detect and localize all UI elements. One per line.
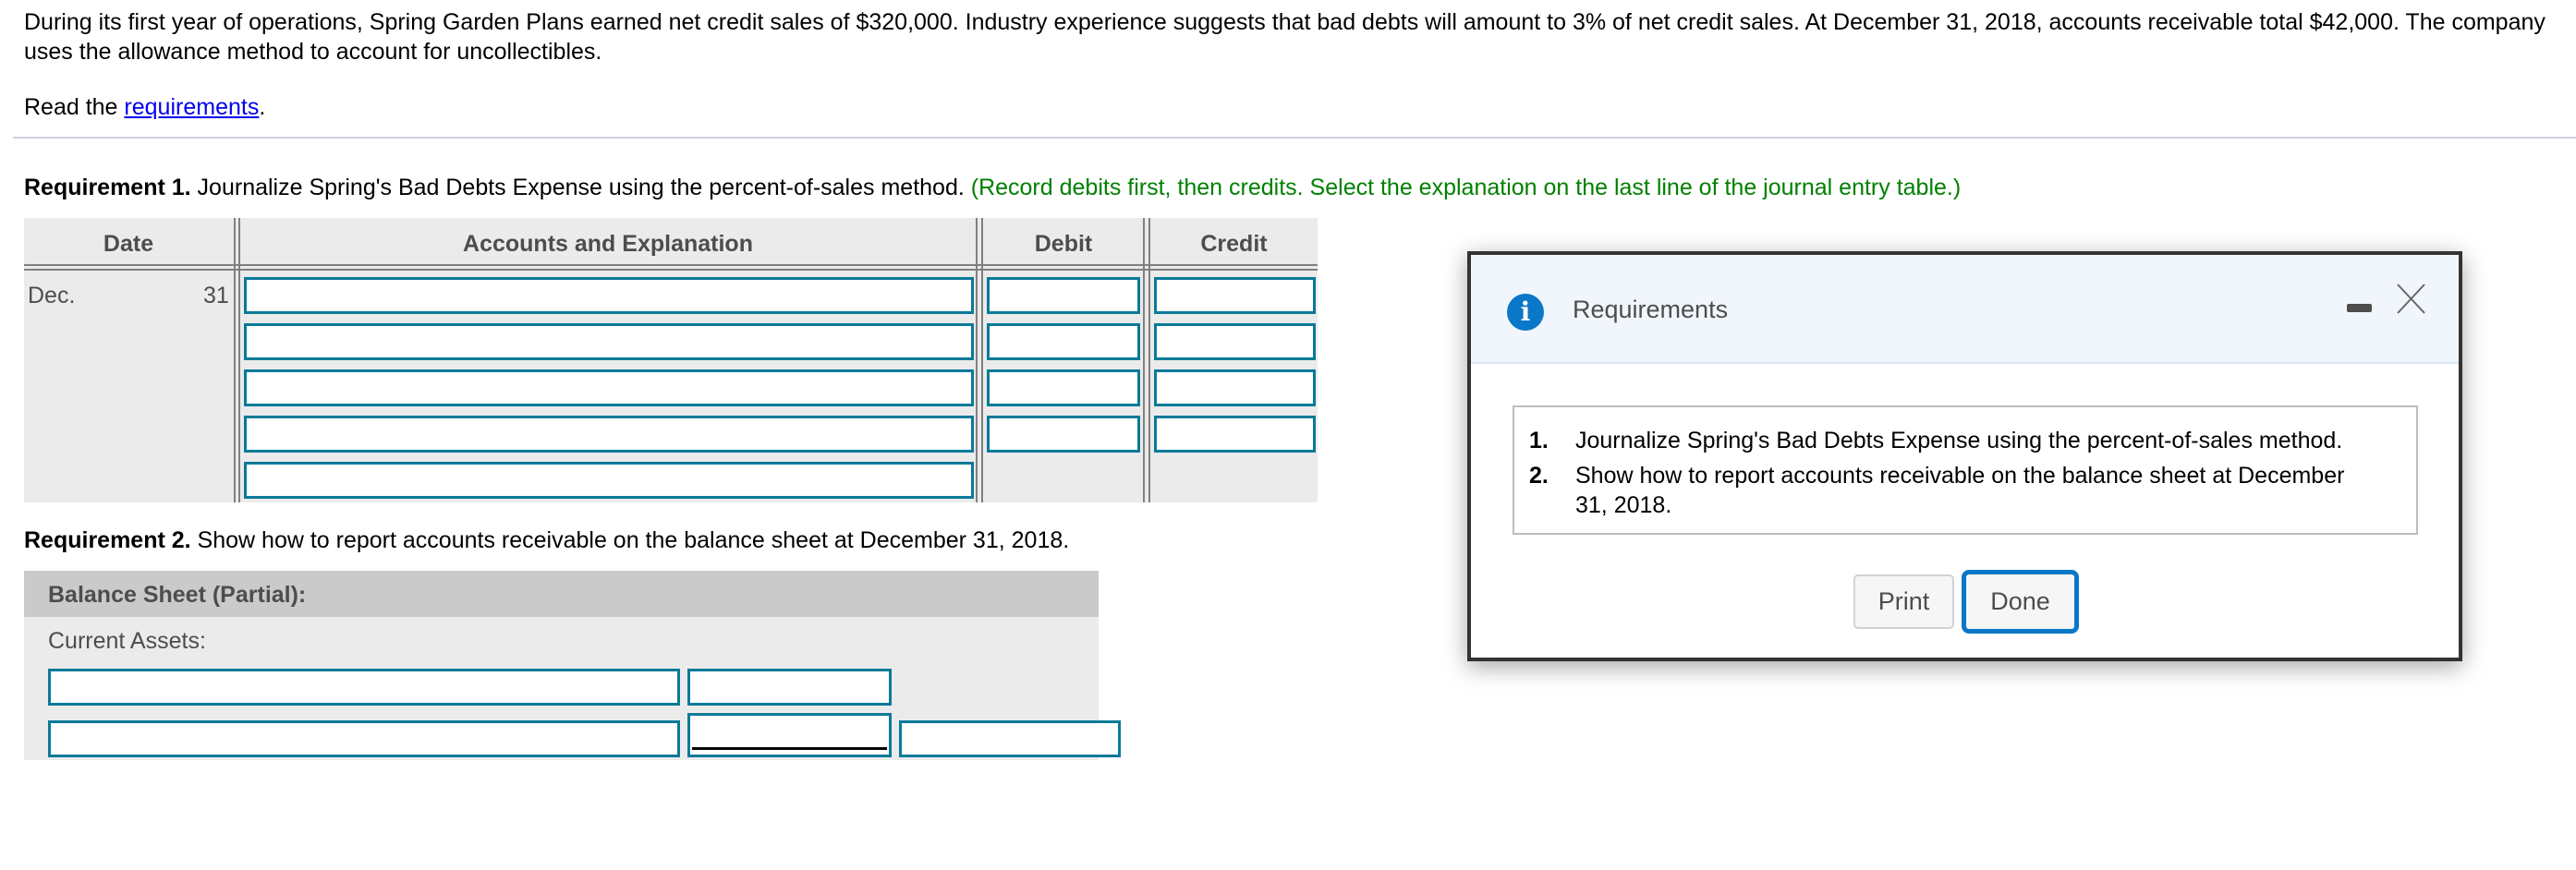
requirement-2-heading: Requirement 2. Show how to report accoun… [24, 526, 1069, 555]
column-header-credit: Credit [1200, 231, 1268, 257]
requirement-text: Journalize Spring's Bad Debts Expense us… [1575, 428, 2343, 453]
balance-sheet-label-input[interactable] [48, 720, 680, 757]
read-prefix: Read the [24, 94, 125, 120]
dialog-header: i Requirements [1471, 255, 2459, 364]
close-button[interactable] [2393, 280, 2430, 317]
requirement-2-text: Show how to report accounts receivable o… [190, 527, 1070, 553]
column-divider [1143, 218, 1145, 502]
entry-date-day: 31 [203, 283, 229, 308]
column-divider [1148, 218, 1150, 502]
requirements-dialog: i Requirements 1. Journalize Spring's Ba… [1467, 251, 2462, 661]
requirement-item: 2. Show how to report accounts receivabl… [1529, 461, 2398, 520]
print-button[interactable]: Print [1853, 574, 1954, 629]
requirements-list: 1. Journalize Spring's Bad Debts Expense… [1513, 405, 2418, 535]
account-input[interactable] [244, 416, 974, 453]
entry-date-month: Dec. [28, 283, 76, 308]
column-divider [234, 218, 236, 502]
column-header-date: Date [103, 231, 154, 257]
column-header-accounts: Accounts and Explanation [463, 231, 753, 257]
minimize-icon [2347, 304, 2372, 312]
minimize-button[interactable] [2341, 296, 2378, 322]
credit-input[interactable] [1154, 323, 1316, 360]
requirement-1-label: Requirement 1. [24, 175, 191, 200]
read-suffix: . [259, 94, 266, 120]
balance-sheet-amount-input[interactable] [687, 713, 892, 757]
balance-sheet-amount-input[interactable] [687, 669, 892, 706]
credit-input[interactable] [1154, 416, 1316, 453]
info-icon: i [1507, 294, 1544, 331]
column-divider [976, 218, 978, 502]
header-divider-bottom [24, 269, 1318, 271]
requirement-text: Show how to report accounts receivable o… [1575, 463, 2345, 518]
requirement-1-instruction: (Record debits first, then credits. Sele… [970, 175, 1962, 200]
balance-sheet-total-input[interactable] [899, 720, 1121, 757]
section-divider [13, 137, 2576, 139]
journal-entry-table: Date Accounts and Explanation Debit Cred… [24, 218, 1318, 502]
account-input[interactable] [244, 369, 974, 406]
header-divider-top [24, 264, 1318, 266]
requirements-link[interactable]: requirements [124, 94, 259, 120]
read-requirements-line: Read the requirements. [24, 92, 265, 122]
debit-input[interactable] [987, 323, 1140, 360]
balance-sheet-panel: Balance Sheet (Partial): Current Assets: [24, 571, 1121, 760]
account-input[interactable] [244, 277, 974, 314]
account-input[interactable] [244, 323, 974, 360]
requirement-1-heading: Requirement 1. Journalize Spring's Bad D… [24, 173, 1961, 202]
requirement-2-label: Requirement 2. [24, 527, 191, 553]
credit-input[interactable] [1154, 369, 1316, 406]
column-header-debit: Debit [1034, 231, 1093, 257]
current-assets-label: Current Assets: [48, 628, 206, 654]
problem-statement: During its first year of operations, Spr… [24, 9, 2546, 65]
debit-input[interactable] [987, 369, 1140, 406]
balance-sheet-header: Balance Sheet (Partial): [24, 571, 1099, 617]
balance-sheet-amount-cell [687, 713, 892, 757]
debit-input[interactable] [987, 416, 1140, 453]
balance-sheet-label-input[interactable] [48, 669, 680, 706]
column-divider [238, 218, 240, 502]
column-divider [981, 218, 983, 502]
explanation-input[interactable] [244, 462, 974, 499]
requirement-number: 1. [1529, 428, 1549, 453]
credit-input[interactable] [1154, 277, 1316, 314]
requirement-item: 1. Journalize Spring's Bad Debts Expense… [1529, 426, 2398, 455]
debit-input[interactable] [987, 277, 1140, 314]
requirement-number: 2. [1529, 463, 1549, 489]
done-button[interactable]: Done [1962, 570, 2079, 634]
dialog-title: Requirements [1573, 296, 1729, 323]
close-icon [2397, 284, 2425, 314]
requirement-1-text: Journalize Spring's Bad Debts Expense us… [190, 175, 971, 200]
balance-sheet-title: Balance Sheet (Partial): [48, 582, 307, 608]
